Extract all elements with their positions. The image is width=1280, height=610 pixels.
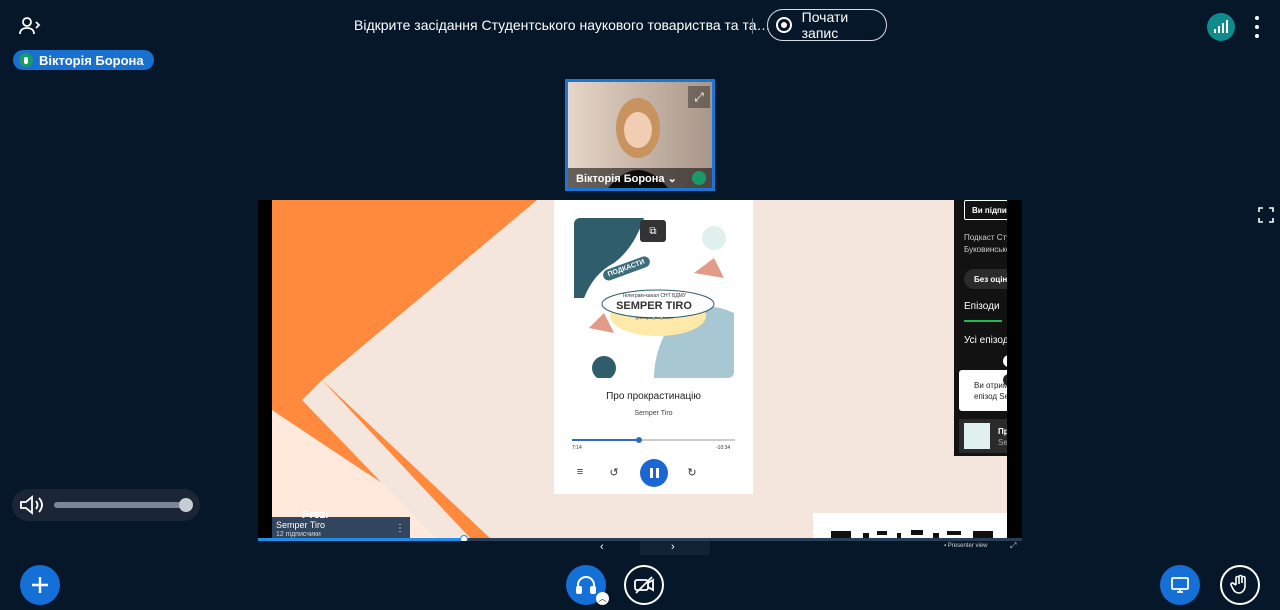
actions-button[interactable]	[20, 565, 60, 605]
title-divider	[752, 18, 753, 34]
phone-screenshot: ПОДКАСТИ Телеграм-канал СНТ БДМУ SEMPER …	[554, 200, 753, 494]
previous-slide-button[interactable]: ‹	[600, 541, 610, 555]
microphone-icon	[692, 171, 706, 185]
episode-thumbnail	[964, 423, 990, 449]
forward-icon[interactable]: ↻	[682, 462, 702, 482]
screenshare-view[interactable]: ПОДКАСТИ Телеграм-канал СНТ БДМУ SEMPER …	[258, 200, 1022, 540]
volume-control	[12, 489, 200, 521]
record-label: Почати запис	[801, 9, 849, 41]
webcam-username: Вікторія Борона ⌄	[568, 168, 712, 188]
track-title: Про прокрастинацію	[606, 391, 701, 402]
podcast-side-panel: Ви підписал Подкаст Студ Буковинськог Бе…	[954, 200, 1007, 456]
presenter-view-button[interactable]: ▪ Presenter view	[944, 543, 987, 549]
pause-button[interactable]	[640, 459, 668, 487]
presenter-view-label: Presenter view	[947, 543, 988, 549]
podcast-name-line2: Буковинськог	[964, 245, 1007, 254]
connection-status-icon[interactable]	[1207, 13, 1235, 41]
camera-off-icon	[634, 576, 654, 594]
tab-underline	[964, 320, 1002, 322]
fullscreen-icon[interactable]	[1256, 205, 1276, 225]
headphones-icon	[576, 576, 596, 594]
episode-item[interactable]: Про п Semp	[959, 419, 1007, 453]
talking-indicator: Вікторія Борона	[13, 50, 154, 70]
prezi-card-title: Semper Tiro	[276, 520, 326, 530]
record-icon	[776, 17, 792, 33]
rewind-icon[interactable]: ↺	[604, 462, 624, 482]
episode-title: Про п	[998, 427, 1007, 436]
meeting-title: Відкрите засідання Студентського науково…	[354, 17, 771, 33]
track-progress-fill	[572, 439, 639, 441]
queue-icon[interactable]: ≡	[570, 462, 590, 482]
presentation-slide: ПОДКАСТИ Телеграм-канал СНТ БДМУ SEMPER …	[272, 200, 1007, 540]
hand-icon	[1230, 574, 1246, 594]
qr-pattern	[831, 530, 993, 540]
webcam-tile[interactable]: ⤢ Вікторія Борона ⌄	[565, 79, 715, 191]
podcast-name-line1: Подкаст Студ	[964, 233, 1007, 242]
track-artist: Semper Tiro	[634, 410, 673, 417]
subscribed-button[interactable]: Ви підписал	[964, 200, 1007, 220]
share-screen-button[interactable]	[1160, 565, 1200, 605]
all-episodes-label: Усі епізоди	[964, 335, 1007, 346]
episode-subtitle: Semp	[998, 438, 1007, 447]
chevron-up-icon[interactable]: ︿	[596, 592, 609, 605]
qr-code	[813, 513, 1007, 540]
next-slide-button[interactable]: ›	[671, 541, 681, 555]
prezi-card-subtitle: 12 підписчики	[276, 531, 321, 538]
track-progress[interactable]	[572, 437, 735, 443]
cover-handle: @semper_tiro_bsmu	[635, 315, 673, 320]
cover-caption: Телеграм-канал СНТ БДМУ	[621, 293, 687, 299]
fullscreen-icon[interactable]: ⤢	[688, 86, 710, 108]
tab-episodes[interactable]: Епізоди	[964, 301, 1000, 312]
talking-name: Вікторія Борона	[39, 52, 144, 68]
plus-icon	[32, 577, 48, 593]
volume-slider-knob[interactable]	[179, 498, 193, 512]
rating-button[interactable]: Без оцінк	[964, 269, 1007, 289]
users-icon[interactable]	[18, 14, 42, 38]
time-remaining: -10:34	[716, 445, 731, 451]
microphone-icon	[19, 53, 33, 67]
expand-icon[interactable]: ⤢	[1010, 541, 1016, 551]
presentation-controls: ‹ › ▪ Presenter view ⤢	[258, 541, 1022, 555]
raise-hand-button[interactable]	[1220, 565, 1260, 605]
speaker-icon[interactable]	[18, 493, 48, 517]
share-webcam-button[interactable]	[624, 565, 664, 605]
toast-line1: Ви отримає	[974, 381, 1007, 390]
prezi-menu-icon[interactable]: ⋮	[395, 523, 405, 534]
volume-slider[interactable]	[54, 502, 184, 508]
podcast-cover: ПОДКАСТИ Телеграм-канал СНТ БДМУ SEMPER …	[574, 218, 734, 378]
monitor-icon	[1171, 577, 1189, 593]
notification-toast: Ви отримає епізод Semp	[959, 370, 1007, 411]
track-progress-knob[interactable]	[635, 437, 642, 443]
picture-in-picture-icon[interactable]: ⧉	[640, 220, 666, 242]
toast-line2: епізод Semp	[974, 392, 1007, 401]
cover-title: SEMPER TIRO	[616, 300, 692, 312]
start-recording-button[interactable]: Почати запис	[767, 9, 887, 41]
time-elapsed: 7:14	[572, 445, 582, 451]
more-options-icon[interactable]	[1252, 16, 1262, 38]
home-icon[interactable]: ⌂	[1003, 355, 1007, 367]
